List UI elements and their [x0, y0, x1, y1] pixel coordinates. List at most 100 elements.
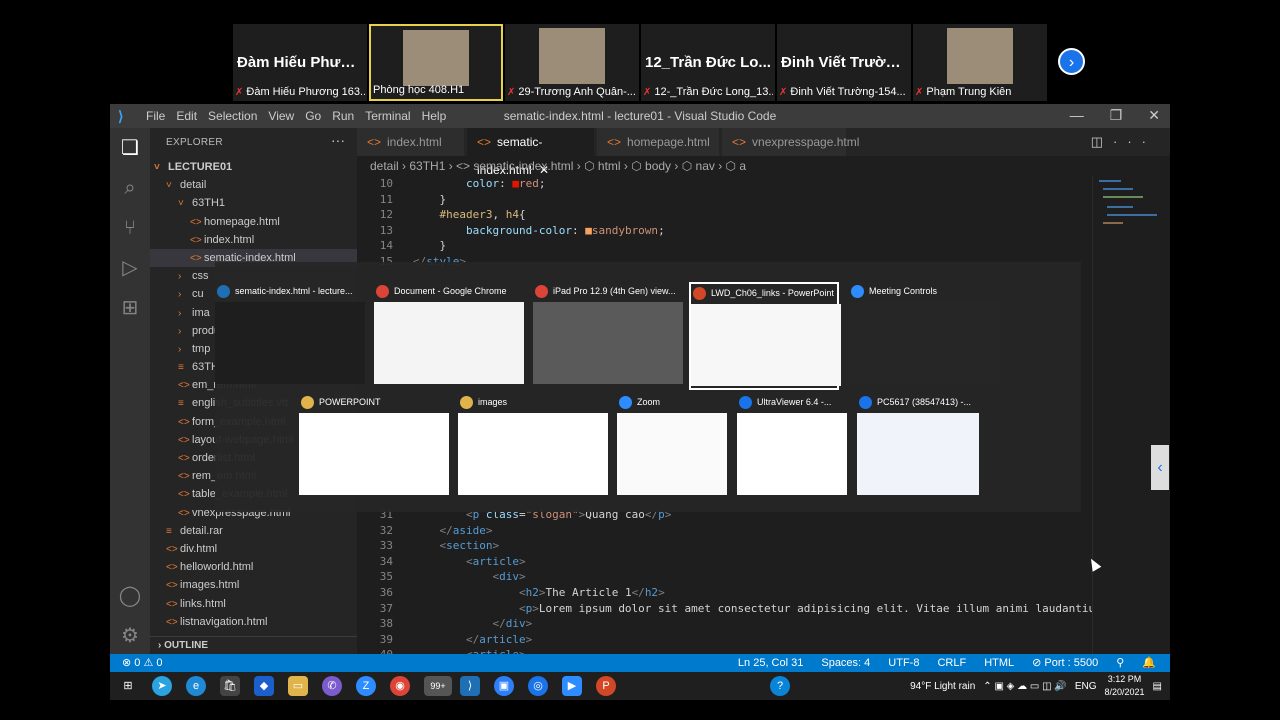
viber-icon[interactable]: ✆: [322, 676, 342, 696]
tab-more-icon[interactable]: ···: [1113, 134, 1156, 149]
close-icon[interactable]: ✕: [1148, 107, 1160, 124]
collapse-panel-button[interactable]: ‹: [1151, 445, 1169, 490]
code-line[interactable]: <section>: [413, 539, 500, 552]
menu-item[interactable]: Help: [422, 109, 447, 123]
status-item[interactable]: ⚲: [1116, 654, 1124, 672]
vscode-taskbar-icon[interactable]: ⟩: [460, 676, 480, 696]
search-icon[interactable]: ⌕: [118, 176, 142, 200]
source-control-icon[interactable]: ⑂: [118, 216, 142, 240]
account-icon[interactable]: ◯: [118, 584, 142, 608]
window-thumbnail[interactable]: POWERPOINT: [299, 393, 449, 501]
status-item[interactable]: 🔔: [1142, 654, 1156, 672]
code-line[interactable]: <article>: [413, 555, 526, 568]
menu-item[interactable]: Go: [305, 109, 321, 123]
participant-tile[interactable]: Đinh Viết Trường... ✗ Đinh Viết Trường-154…: [777, 24, 911, 101]
code-line[interactable]: </div>: [413, 617, 532, 630]
tree-item[interactable]: ≡ detail.rar: [150, 522, 357, 540]
code-line[interactable]: </aside>: [413, 524, 493, 537]
extensions-icon[interactable]: ⊞: [118, 296, 142, 320]
run-debug-icon[interactable]: ▷: [118, 256, 142, 280]
editor-tab[interactable]: <> vnexpresspage.html: [722, 128, 859, 156]
tree-item[interactable]: ˅ 63TH1: [150, 194, 357, 212]
window-thumbnail[interactable]: images: [458, 393, 608, 501]
code-line[interactable]: <div>: [413, 570, 525, 583]
participant-tile[interactable]: ✗ 29-Trương Anh Quân-...: [505, 24, 639, 101]
minimap[interactable]: [1092, 176, 1170, 654]
code-line[interactable]: <p>Lorem ipsum dolor sit amet consectetu…: [413, 602, 1092, 615]
status-item[interactable]: HTML: [984, 654, 1014, 672]
next-page-button[interactable]: ›: [1058, 48, 1085, 75]
status-item[interactable]: Ln 25, Col 31: [738, 654, 803, 672]
weather-widget[interactable]: 94°F Light rain: [910, 681, 975, 692]
split-editor-icon[interactable]: ◫: [1091, 134, 1113, 149]
tree-item[interactable]: ˅ LECTURE01: [150, 158, 357, 176]
menu-item[interactable]: Run: [332, 109, 354, 123]
status-item[interactable]: Spaces: 4: [821, 654, 870, 672]
status-item[interactable]: ⊘ Port : 5500: [1032, 654, 1098, 672]
tree-item[interactable]: <> images.html: [150, 576, 357, 594]
start-icon[interactable]: ⊞: [118, 676, 138, 696]
code-line[interactable]: #header3, h4{: [413, 208, 526, 221]
app-taskbar-icon[interactable]: ▣: [494, 676, 514, 696]
minimize-icon[interactable]: —: [1070, 107, 1084, 124]
settings-gear-icon[interactable]: ⚙: [118, 624, 142, 648]
tray-icons[interactable]: ⌃ ▣ ◈ ☁ ▭ ◫ 🔊: [983, 681, 1067, 692]
tree-item[interactable]: <> index.html: [150, 231, 357, 249]
notifications-icon[interactable]: ▤: [1153, 681, 1162, 692]
menu-item[interactable]: Selection: [208, 109, 257, 123]
window-thumbnail[interactable]: Document - Google Chrome: [374, 282, 524, 390]
editor-tab[interactable]: <> sematic-index.html ✕: [467, 128, 595, 177]
tree-item[interactable]: <> listnavigation.html: [150, 613, 357, 631]
window-thumbnail[interactable]: LWD_Ch06_links - PowerPoint: [689, 282, 841, 390]
language-indicator[interactable]: ENG: [1075, 681, 1097, 692]
window-thumbnail[interactable]: PC5617 (38547413) -...: [857, 393, 979, 501]
tree-item[interactable]: <> homepage.html: [150, 213, 357, 231]
menu-item[interactable]: Edit: [176, 109, 197, 123]
menu-item[interactable]: View: [268, 109, 294, 123]
restore-icon[interactable]: ❐: [1110, 107, 1123, 124]
code-line[interactable]: background-color: ■sandybrown;: [413, 224, 665, 237]
participant-tile[interactable]: ✗ Phạm Trung Kiên: [913, 24, 1047, 101]
window-thumbnail[interactable]: Zoom: [617, 393, 727, 501]
telegram-icon[interactable]: ➤: [152, 676, 172, 696]
participant-tile[interactable]: Đàm Hiếu Phươ... ✗ Đàm Hiếu Phương 163...: [233, 24, 367, 101]
window-thumbnail[interactable]: Meeting Controls: [849, 282, 999, 390]
problems-indicator[interactable]: ⊗ 0 ⚠ 0: [122, 654, 162, 672]
tree-item[interactable]: <> helloworld.html: [150, 558, 357, 576]
powerpoint-taskbar-icon[interactable]: P: [596, 676, 616, 696]
code-line[interactable]: }: [413, 193, 446, 206]
dropbox-icon[interactable]: ◆: [254, 676, 274, 696]
editor-tab[interactable]: <> index.html: [357, 128, 465, 156]
outline-section[interactable]: › OUTLINE: [150, 636, 357, 654]
chat-badge-icon[interactable]: 99+: [424, 676, 452, 696]
code-line[interactable]: color: ■red;: [413, 177, 546, 190]
more-actions-icon[interactable]: ···: [331, 132, 345, 148]
file-explorer-icon[interactable]: ▭: [288, 676, 308, 696]
chrome-taskbar-icon[interactable]: ◉: [390, 676, 410, 696]
ultraviewer-taskbar-icon[interactable]: ◎: [528, 676, 548, 696]
tree-item[interactable]: <> div.html: [150, 540, 357, 558]
zoom-meeting-taskbar-icon[interactable]: ▶: [562, 676, 582, 696]
code-line[interactable]: </article>: [413, 633, 532, 646]
clock[interactable]: 3:12 PM 8/20/2021: [1105, 673, 1145, 699]
window-thumbnail[interactable]: iPad Pro 12.9 (4th Gen) view...: [533, 282, 683, 390]
window-thumbnail[interactable]: sematic-index.html - lecture...: [215, 282, 365, 390]
files-icon[interactable]: ❏: [118, 136, 142, 160]
status-item[interactable]: UTF-8: [888, 654, 919, 672]
zoom-taskbar-icon[interactable]: Z: [356, 676, 376, 696]
edge-icon[interactable]: e: [186, 676, 206, 696]
participant-tile[interactable]: 12_Trần Đức Lo... ✗ 12-_Trần Đức Long_13..…: [641, 24, 775, 101]
code-line[interactable]: <h2>The Article 1</h2>: [413, 586, 665, 599]
help-icon[interactable]: ?: [770, 676, 790, 696]
breadcrumb[interactable]: detail › 63TH1 › <> sematic-index.html ›…: [357, 156, 1170, 176]
editor-tab[interactable]: <> homepage.html: [597, 128, 720, 156]
code-line[interactable]: }: [413, 239, 446, 252]
tree-item[interactable]: <> links.html: [150, 595, 357, 613]
participant-tile[interactable]: Phòng học 408.H1: [369, 24, 503, 101]
menu-item[interactable]: Terminal: [365, 109, 410, 123]
menu-item[interactable]: File: [146, 109, 165, 123]
status-item[interactable]: CRLF: [937, 654, 966, 672]
window-thumbnail[interactable]: UltraViewer 6.4 -...: [737, 393, 847, 501]
tree-item[interactable]: ˅ detail: [150, 176, 357, 194]
store-icon[interactable]: 🛍: [220, 676, 240, 696]
